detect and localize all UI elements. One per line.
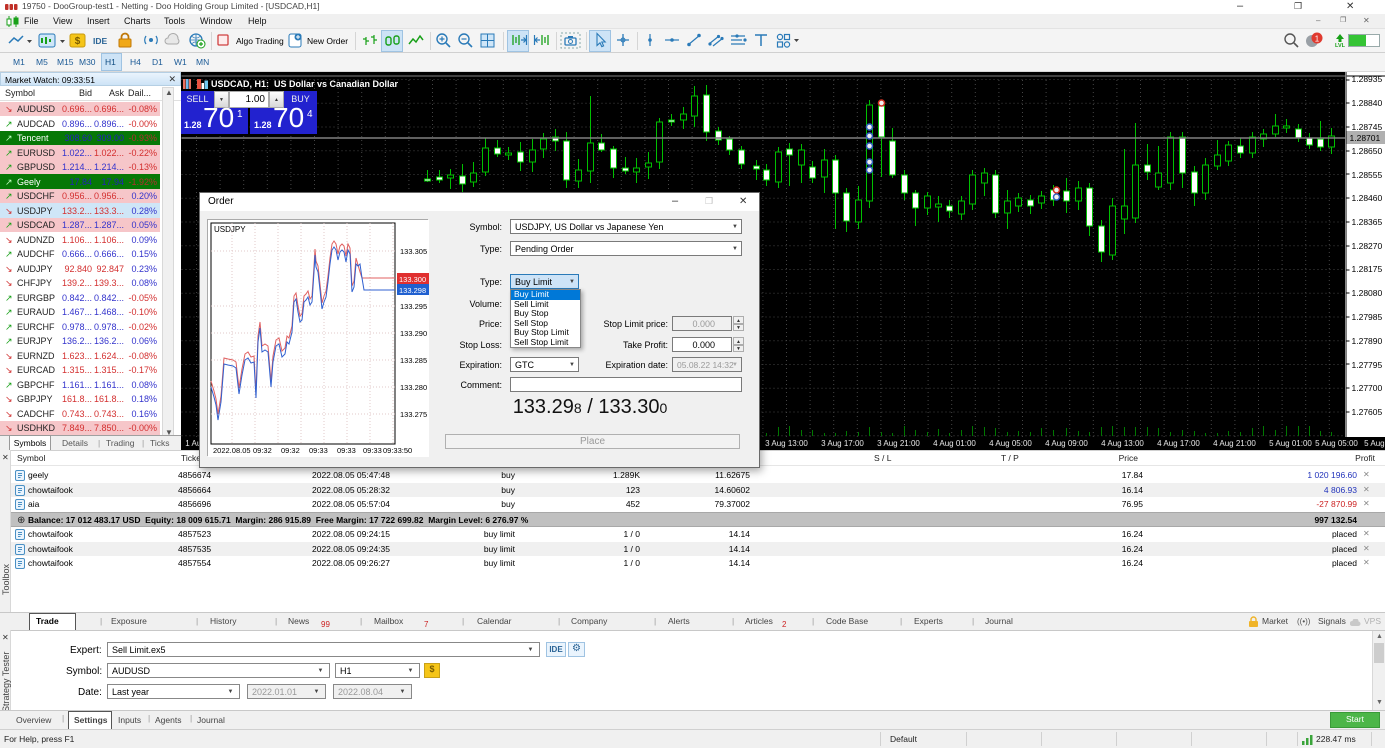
svg-text:3 Aug 21:00: 3 Aug 21:00 xyxy=(877,439,920,448)
svg-text:133.290: 133.290 xyxy=(400,329,427,338)
svg-text:4 Aug 21:00: 4 Aug 21:00 xyxy=(1213,439,1256,448)
svg-text:4 Aug 05:00: 4 Aug 05:00 xyxy=(989,439,1032,448)
svg-text:5 Aug 09:00: 5 Aug 09:00 xyxy=(1364,439,1385,448)
svg-text:1.28745: 1.28745 xyxy=(1352,122,1383,132)
svg-text:1.27795: 1.27795 xyxy=(1352,360,1383,370)
svg-text:1.27985: 1.27985 xyxy=(1352,312,1383,322)
svg-text:1.28270: 1.28270 xyxy=(1352,241,1383,251)
svg-text:09:32: 09:32 xyxy=(253,446,272,455)
svg-text:09:32: 09:32 xyxy=(281,446,300,455)
svg-text:1.28175: 1.28175 xyxy=(1352,264,1383,274)
svg-text:1.27700: 1.27700 xyxy=(1352,383,1383,393)
svg-text:5 Aug 01:00: 5 Aug 01:00 xyxy=(1269,439,1312,448)
svg-text:133.305: 133.305 xyxy=(400,247,427,256)
svg-text:1.28650: 1.28650 xyxy=(1352,146,1383,156)
svg-text:LVL: LVL xyxy=(1335,43,1346,49)
svg-text:1: 1 xyxy=(1315,35,1320,44)
svg-text:1.28460: 1.28460 xyxy=(1352,193,1383,203)
svg-text:1.28080: 1.28080 xyxy=(1352,288,1383,298)
svg-text:133.275: 133.275 xyxy=(400,410,427,419)
svg-text:09:33:50: 09:33:50 xyxy=(383,446,412,455)
svg-text:4 Aug 17:00: 4 Aug 17:00 xyxy=(1157,439,1200,448)
svg-text:4 Aug 09:00: 4 Aug 09:00 xyxy=(1045,439,1088,448)
svg-text:4 Aug 13:00: 4 Aug 13:00 xyxy=(1101,439,1144,448)
svg-text:133.298: 133.298 xyxy=(399,286,426,295)
svg-text:133.285: 133.285 xyxy=(400,356,427,365)
svg-text:3 Aug 17:00: 3 Aug 17:00 xyxy=(821,439,864,448)
svg-text:1.28555: 1.28555 xyxy=(1352,170,1383,180)
svg-text:1.28365: 1.28365 xyxy=(1352,217,1383,227)
svg-text:09:33: 09:33 xyxy=(337,446,356,455)
svg-text:3 Aug 13:00: 3 Aug 13:00 xyxy=(765,439,808,448)
svg-text:09:33: 09:33 xyxy=(363,446,382,455)
svg-text:133.300: 133.300 xyxy=(399,275,426,284)
svg-text:1.28701: 1.28701 xyxy=(1350,133,1381,143)
svg-text:USDJPY: USDJPY xyxy=(214,225,246,234)
svg-text:09:33: 09:33 xyxy=(309,446,328,455)
svg-text:1.28935: 1.28935 xyxy=(1352,74,1383,84)
svg-text:133.280: 133.280 xyxy=(400,383,427,392)
svg-text:$: $ xyxy=(75,36,81,47)
svg-text:1.27605: 1.27605 xyxy=(1352,407,1383,417)
svg-text:1.27890: 1.27890 xyxy=(1352,336,1383,346)
svg-text:1.28840: 1.28840 xyxy=(1352,98,1383,108)
svg-text:4 Aug 01:00: 4 Aug 01:00 xyxy=(933,439,976,448)
svg-text:5 Aug 05:00: 5 Aug 05:00 xyxy=(1315,439,1358,448)
svg-text:2022.08.05: 2022.08.05 xyxy=(213,446,251,455)
svg-text:133.295: 133.295 xyxy=(400,302,427,311)
